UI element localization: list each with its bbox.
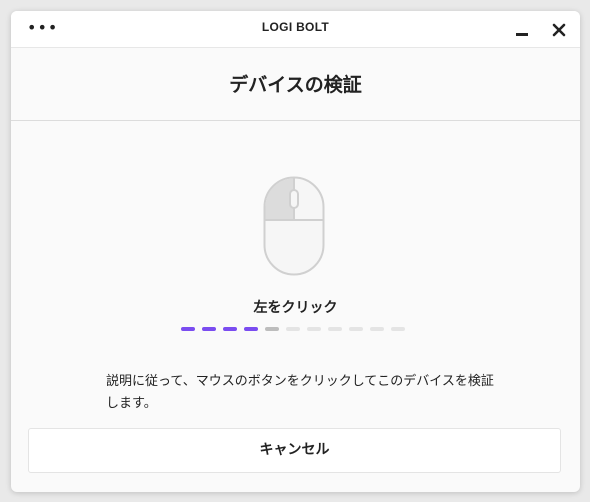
app-window: ••• LOGI BOLT デバイスの検証 左をクリック 説明に従って、マウスの… [11, 11, 580, 492]
page-header: デバイスの検証 [11, 48, 580, 121]
progress-step-completed [223, 327, 237, 331]
progress-step-completed [244, 327, 258, 331]
app-title: LOGI BOLT [261, 20, 330, 34]
progress-step-completed [181, 327, 195, 331]
progress-step-completed [202, 327, 216, 331]
progress-step-remaining [307, 327, 321, 331]
mouse-icon [263, 176, 325, 276]
step-progress [181, 327, 411, 333]
progress-step-remaining [370, 327, 384, 331]
step-label: 左をクリック [253, 300, 338, 316]
page-title: デバイスの検証 [229, 74, 362, 96]
progress-step-remaining [286, 327, 300, 331]
cancel-button[interactable]: キャンセル [28, 428, 561, 473]
progress-step-remaining [328, 327, 342, 331]
title-bar: ••• LOGI BOLT [11, 11, 580, 48]
minimize-icon[interactable] [516, 26, 528, 38]
progress-step-remaining [349, 327, 363, 331]
close-icon[interactable] [551, 22, 567, 38]
instruction-text: 説明に従って、マウスのボタンをクリックしてこのデバイスを検証します。 [106, 374, 494, 411]
progress-step-current [265, 327, 279, 331]
progress-step-remaining [391, 327, 405, 331]
